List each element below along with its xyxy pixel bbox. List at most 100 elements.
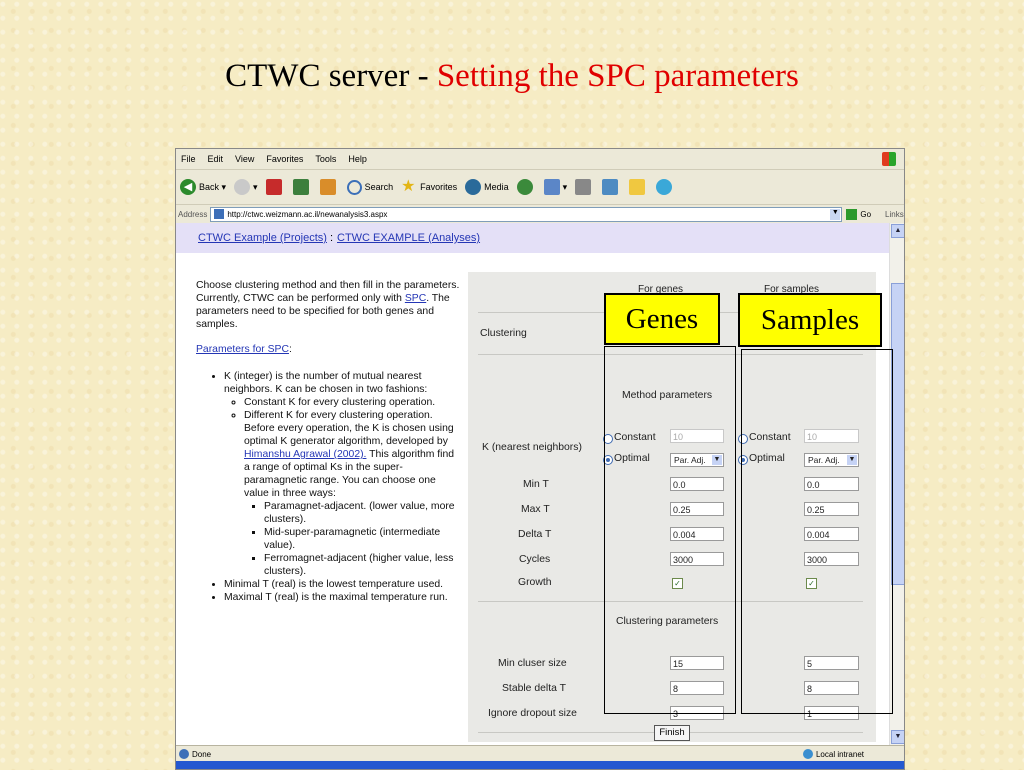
mail-button[interactable]: ▾ <box>543 179 567 195</box>
go-button[interactable]: Go <box>846 208 872 220</box>
breadcrumb-analyses-link[interactable]: CTWC EXAMPLE (Analyses) <box>337 232 480 244</box>
list-item: K (integer) is the number of mutual near… <box>224 370 461 578</box>
refresh-button[interactable] <box>292 179 312 195</box>
delta-t-label: Delta T <box>518 529 552 540</box>
intro-text: Choose clustering method and then fill i… <box>196 280 460 291</box>
links-button[interactable]: Links <box>885 210 904 219</box>
folder-icon <box>629 179 646 195</box>
list-item: Paramagnet-adjacent. (lower value, more … <box>264 500 461 526</box>
list-item: Maximal T (real) is the maximal temperat… <box>224 591 461 604</box>
refresh-icon <box>292 179 309 195</box>
mail-icon <box>543 179 560 195</box>
intranet-icon <box>802 749 813 759</box>
back-arrow-icon: ◀ <box>180 179 196 195</box>
forward-arrow-icon <box>234 179 251 195</box>
favorites-button[interactable]: ★ Favorites <box>401 179 457 195</box>
print-icon <box>575 179 592 195</box>
params-for-spc-link[interactable]: Parameters for SPC <box>196 344 289 355</box>
params-list: K (integer) is the number of mutual near… <box>196 370 461 604</box>
optimal-k-text: Different K for every clustering operati… <box>244 410 454 447</box>
edit-button[interactable] <box>602 179 621 195</box>
address-label: Address <box>178 209 208 219</box>
address-dropdown-icon[interactable]: ▼ <box>830 208 841 220</box>
messenger-icon <box>656 179 673 195</box>
address-input[interactable]: http://ctwc.weizmann.ac.il/newanalysis3.… <box>210 206 843 222</box>
slide-title-prefix: CTWC server - <box>225 58 437 94</box>
star-icon: ★ <box>401 178 416 195</box>
stop-button[interactable] <box>265 179 285 195</box>
slide-title-highlight: Setting the SPC parameters <box>436 58 799 94</box>
toolbar: ◀ Back ▾ ▾ Search ★ Favorites Media ▾ <box>176 170 904 205</box>
himanshu-agrawal-link[interactable]: Himanshu Agrawal (2002). <box>244 449 366 460</box>
menu-bar: File Edit View Favorites Tools Help <box>176 149 904 170</box>
list-item: Mid-super-paramagnetic (intermediate val… <box>264 526 461 552</box>
max-t-label: Max T <box>521 504 550 515</box>
params-heading: Parameters for SPC: <box>196 343 461 356</box>
home-icon <box>319 179 336 195</box>
breadcrumb: CTWC Example (Projects) : CTWC EXAMPLE (… <box>176 223 890 253</box>
page-done-icon <box>179 749 189 759</box>
search-button[interactable]: Search <box>346 179 394 195</box>
zone-label: Local intranet <box>815 749 864 759</box>
media-label: Media <box>484 182 509 192</box>
samples-highlight-outline <box>741 349 893 714</box>
growth-label: Growth <box>518 577 552 588</box>
ignore-dropout-label: Ignore dropout size <box>488 708 577 719</box>
messenger-button[interactable] <box>656 179 675 195</box>
history-button[interactable] <box>516 179 536 195</box>
search-label: Search <box>364 182 394 192</box>
k-description: K (integer) is the number of mutual near… <box>224 371 428 395</box>
breadcrumb-projects-link[interactable]: CTWC Example (Projects) <box>198 232 327 244</box>
params-colon: : <box>288 344 292 355</box>
menu-file[interactable]: File <box>181 154 196 164</box>
stable-delta-t-label: Stable delta T <box>502 683 566 694</box>
help-text-column: Choose clustering method and then fill i… <box>196 279 461 604</box>
menu-help[interactable]: Help <box>348 154 367 164</box>
media-button[interactable]: Media <box>465 179 509 195</box>
edit-icon <box>602 179 619 195</box>
min-cluster-size-label: Min cluser size <box>498 658 567 669</box>
finish-button[interactable]: Finish <box>654 725 690 741</box>
folder-button[interactable] <box>629 179 648 195</box>
list-item: Ferromagnet-adjacent (higher value, less… <box>264 552 461 578</box>
list-item: Constant K for every clustering operatio… <box>244 396 461 409</box>
favorites-label: Favorites <box>420 182 458 192</box>
spc-link[interactable]: SPC <box>405 293 426 304</box>
k-label: K (nearest neighbors) <box>482 442 582 453</box>
stop-icon <box>265 179 282 195</box>
scroll-thumb[interactable] <box>891 283 904 585</box>
back-label: Back <box>199 182 220 192</box>
samples-callout: Samples <box>738 293 882 347</box>
search-icon <box>346 179 362 195</box>
history-icon <box>516 179 533 195</box>
back-button[interactable]: ◀ Back ▾ <box>180 179 226 195</box>
print-button[interactable] <box>575 179 594 195</box>
intro-text-2a: Currently, CTWC can be performed only wi… <box>196 293 405 304</box>
address-url: http://ctwc.weizmann.ac.il/newanalysis3.… <box>227 209 388 219</box>
cycles-label: Cycles <box>519 554 551 565</box>
go-label: Go <box>860 209 872 219</box>
status-text: Done <box>192 749 212 759</box>
home-button[interactable] <box>319 179 339 195</box>
media-icon <box>465 179 482 195</box>
status-bar: Done Local intranet <box>176 745 904 762</box>
forward-button[interactable]: ▾ <box>234 179 258 195</box>
menu-view[interactable]: View <box>235 154 254 164</box>
slide-title: CTWC server - Setting the SPC parameters <box>0 58 1024 95</box>
genes-callout: Genes <box>604 293 720 345</box>
security-zone: Local intranet <box>802 749 864 759</box>
breadcrumb-separator: : <box>330 232 334 244</box>
menu-tools[interactable]: Tools <box>315 154 336 164</box>
menu-edit[interactable]: Edit <box>208 154 224 164</box>
scroll-down-icon[interactable]: ▼ <box>891 730 904 744</box>
page-icon <box>214 209 225 219</box>
min-t-label: Min T <box>523 479 549 490</box>
menu-favorites[interactable]: Favorites <box>266 154 303 164</box>
go-arrow-icon <box>846 208 858 220</box>
scroll-up-icon[interactable]: ▲ <box>891 224 904 238</box>
intro-text-2: Currently, CTWC can be performed only wi… <box>196 292 461 331</box>
list-item: Minimal T (real) is the lowest temperatu… <box>224 578 461 591</box>
windows-logo-icon <box>882 152 896 166</box>
list-item: Different K for every clustering operati… <box>244 409 461 578</box>
address-bar: Address http://ctwc.weizmann.ac.il/newan… <box>176 205 904 224</box>
